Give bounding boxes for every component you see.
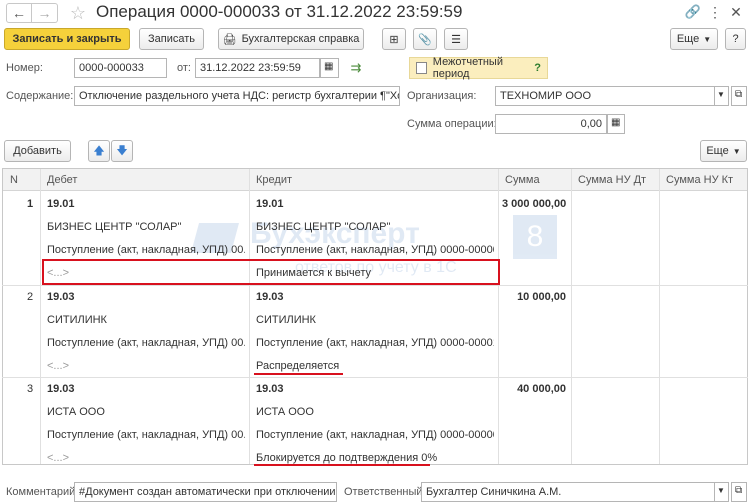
number-settings-icon[interactable]: ⇉ [346,58,366,78]
row-divider [2,377,748,378]
organization-dropdown-icon[interactable]: ▼ [714,86,729,106]
interim-checkbox[interactable] [416,62,427,74]
window-title: Операция 0000-000033 от 31.12.2022 23:59… [96,2,463,21]
more-label: Еще [676,33,700,45]
help-button[interactable]: ? [725,28,746,50]
back-button[interactable]: ← [6,3,32,23]
credit-subconto-1[interactable]: БИЗНЕС ЦЕНТР "СОЛАР" [256,221,390,233]
credit-subconto-1[interactable]: ИСТА ООО [256,406,314,418]
move-down-button[interactable]: 🡇 [111,140,133,162]
date-field[interactable]: 31.12.2022 23:59:59 [195,58,320,78]
credit-subconto-1[interactable]: СИТИЛИНК [256,314,316,326]
menu-dots-icon[interactable]: ⋮ [705,2,725,22]
comment-label: Комментарий: [6,486,79,498]
highlight-box [42,259,500,285]
organization-label: Организация: [407,90,477,102]
credit-subconto-2[interactable]: Поступление (акт, накладная, УПД) 0000-0… [256,429,494,441]
debit-subconto-3[interactable]: <...> [47,360,69,372]
col-divider [498,169,499,464]
interim-period-box[interactable]: Межотчетный период ? [409,56,548,80]
accounting-report-label: Бухгалтерская справка [241,33,360,45]
content-field[interactable]: Отключение раздельного учета НДС: регист… [74,86,400,106]
table-more-button[interactable]: Еще ▼ [700,140,747,162]
content-label: Содержание: [6,90,74,102]
accounting-report-button[interactable]: 🖨 Бухгалтерская справка [218,28,364,50]
col-divider [571,169,572,464]
amount-label: Сумма операции: [407,118,497,130]
debit-subconto-3[interactable]: <...> [47,452,69,464]
credit-account[interactable]: 19.01 [256,198,284,210]
credit-subconto-3[interactable]: Блокируется до подтверждения 0% [256,452,437,464]
col-header-sum-nu-kt[interactable]: Сумма НУ Кт [660,169,746,191]
debit-account[interactable]: 19.03 [47,291,75,303]
row-sum[interactable]: 40 000,00 [502,383,566,395]
debit-subconto-2[interactable]: Поступление (акт, накладная, УПД) 00... [47,429,245,441]
close-icon[interactable]: ✕ [726,2,746,22]
credit-subconto-2[interactable]: Поступление (акт, накладная, УПД) 0000-0… [256,337,494,349]
calendar-icon[interactable]: ▦ [320,58,339,78]
row-sum[interactable]: 10 000,00 [502,291,566,303]
col-divider [659,169,660,464]
forward-button[interactable]: → [32,3,58,23]
printer-icon: 🖨 [222,33,237,46]
number-label: Номер: [6,62,43,74]
entries-table [2,168,748,465]
col-header-credit[interactable]: Кредит [250,169,498,191]
table-more-label: Еще [706,145,729,157]
credit-subconto-2[interactable]: Поступление (акт, накладная, УПД) 0000-0… [256,244,494,256]
interim-help-icon[interactable]: ? [534,62,541,74]
add-row-button[interactable]: Добавить [4,140,71,162]
chevron-down-icon: ▼ [732,146,741,156]
save-button[interactable]: Записать [139,28,204,50]
col-divider [249,169,250,464]
col-header-n[interactable]: N [4,169,40,191]
paperclip-icon[interactable]: 📎 [413,28,437,50]
star-icon[interactable]: ☆ [68,3,88,23]
responsible-open-icon[interactable]: ⧉ [731,482,747,502]
document-icon[interactable]: ☰ [444,28,468,50]
responsible-dropdown-icon[interactable]: ▼ [714,482,729,502]
col-header-sum[interactable]: Сумма [499,169,571,191]
structure-icon[interactable]: ⊞ [382,28,406,50]
col-header-sum-nu-dt[interactable]: Сумма НУ Дт [572,169,659,191]
row-number: 2 [27,291,34,303]
debit-subconto-1[interactable]: СИТИЛИНК [47,314,107,326]
credit-account[interactable]: 19.03 [256,291,284,303]
date-label: от: [177,62,191,74]
organization-open-icon[interactable]: ⧉ [731,86,747,106]
row-sum[interactable]: 3 000 000,00 [502,198,566,210]
organization-field[interactable]: ТЕХНОМИР ООО [495,86,715,106]
row-number: 1 [27,198,34,210]
post-and-close-button[interactable]: Записать и закрыть [4,28,130,50]
responsible-field[interactable]: Бухгалтер Синичкина А.М. [421,482,715,502]
highlight-underline [254,373,343,375]
more-button[interactable]: Еще ▼ [670,28,718,50]
interim-label: Межотчетный период [432,56,503,80]
debit-account[interactable]: 19.03 [47,383,75,395]
link-icon[interactable]: 🔗 [683,2,703,22]
number-field[interactable]: 0000-000033 [74,58,167,78]
col-header-debit[interactable]: Дебет [41,169,249,191]
responsible-label: Ответственный: [344,486,426,498]
comment-field[interactable]: #Документ создан автоматически при отклю… [74,482,337,502]
credit-subconto-3[interactable]: Распределяется [256,360,339,372]
move-up-button[interactable]: 🡅 [88,140,110,162]
highlight-underline [254,464,430,466]
credit-account[interactable]: 19.03 [256,383,284,395]
col-divider [40,169,41,464]
debit-subconto-2[interactable]: Поступление (акт, накладная, УПД) 00... [47,244,245,256]
row-divider [2,285,748,286]
amount-field[interactable]: 0,00 [495,114,607,134]
debit-account[interactable]: 19.01 [47,198,75,210]
debit-subconto-2[interactable]: Поступление (акт, накладная, УПД) 00... [47,337,245,349]
chevron-down-icon: ▼ [703,34,712,44]
row-number: 3 [27,383,34,395]
calculator-icon[interactable]: ▦ [607,114,625,134]
debit-subconto-1[interactable]: ИСТА ООО [47,406,105,418]
debit-subconto-1[interactable]: БИЗНЕС ЦЕНТР "СОЛАР" [47,221,181,233]
